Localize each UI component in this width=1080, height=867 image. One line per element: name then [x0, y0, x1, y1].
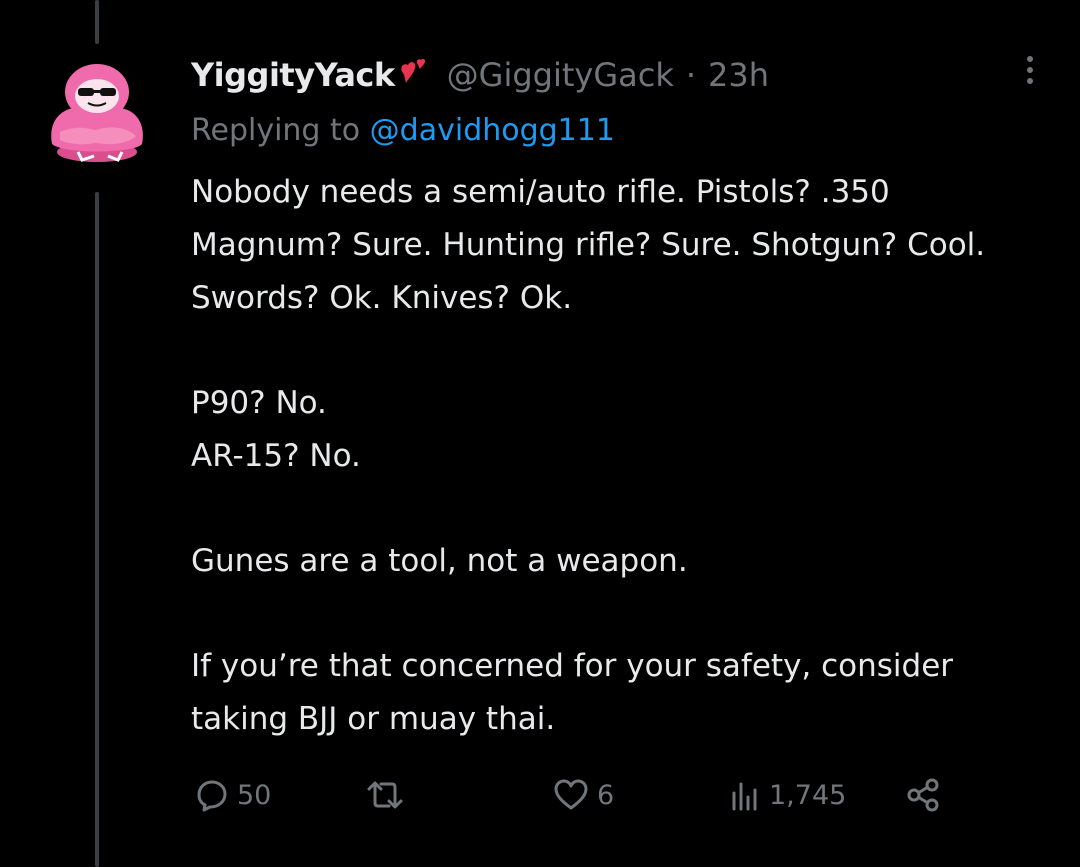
bar-chart-icon [732, 782, 757, 811]
share-button[interactable] [903, 772, 943, 818]
more-dot-icon [1027, 78, 1033, 84]
retweet-icon [367, 781, 403, 809]
share-icon [907, 778, 939, 812]
tweet-paragraph: Nobody needs a semi/auto rifle. Pistols?… [191, 174, 986, 316]
tweet-paragraph: If you’re that concerned for your safety… [191, 648, 954, 737]
replying-to-link[interactable]: @davidhogg111 [370, 113, 615, 148]
tweet-text: Nobody needs a semi/auto rifle. Pistols?… [191, 166, 1041, 746]
reply-button[interactable]: 50 [191, 772, 271, 818]
replying-to-label: Replying to [191, 113, 370, 148]
separator-dot: · [685, 56, 697, 94]
more-options-button[interactable] [1014, 52, 1046, 88]
views-count: 1,745 [769, 779, 847, 811]
retweet-button[interactable] [363, 772, 413, 818]
reply-icon [197, 780, 227, 812]
more-dot-icon [1027, 67, 1033, 73]
like-button[interactable]: 6 [551, 772, 614, 818]
tweet-header: YiggityYack @GiggityGack · 23h [191, 52, 769, 98]
avatar[interactable] [38, 52, 156, 170]
thread-connector-bottom [95, 192, 99, 867]
display-name[interactable]: YiggityYack [191, 56, 395, 94]
like-count: 6 [597, 779, 615, 811]
views-button[interactable]: 1,745 [729, 772, 846, 818]
thread-connector-top [95, 0, 99, 44]
user-handle[interactable]: @GiggityGack [447, 56, 674, 94]
replying-to: Replying to @davidhogg111 [191, 108, 615, 154]
timestamp[interactable]: 23h [708, 56, 769, 94]
heart-icon [554, 779, 588, 810]
more-dot-icon [1027, 56, 1033, 62]
tweet-actions: 50 6 1,745 [191, 772, 951, 818]
reply-count: 50 [237, 779, 272, 811]
tweet-paragraph: Gunes are a tool, not a weapon. [191, 543, 688, 579]
tweet-paragraph: P90? No. AR-15? No. [191, 385, 361, 474]
two-hearts-icon [397, 57, 433, 93]
